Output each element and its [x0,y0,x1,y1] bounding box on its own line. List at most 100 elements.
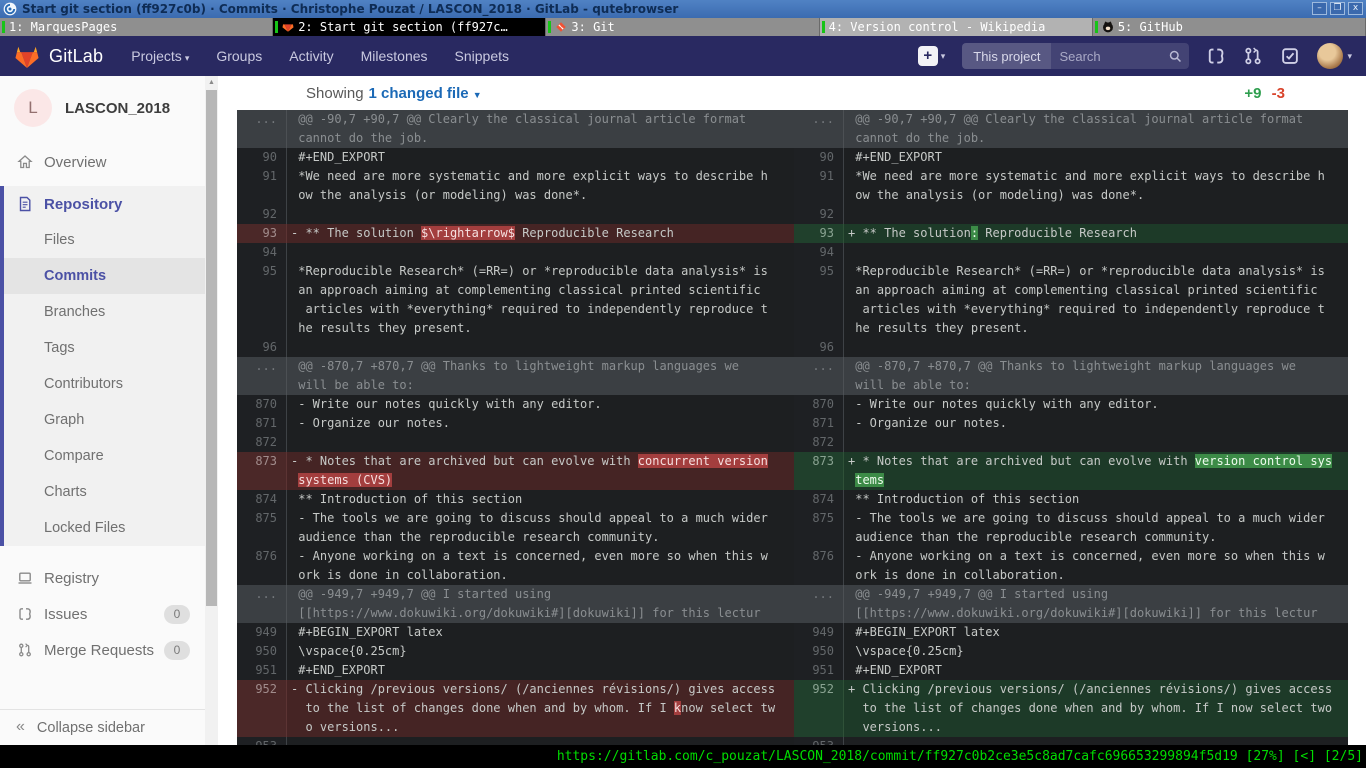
scrollbar-up-arrow[interactable]: ▲ [205,76,218,89]
nav-item-projects[interactable]: Projects▾ [131,48,189,64]
sidebar-item-tags[interactable]: Tags [4,330,205,366]
line-number[interactable]: 872 [794,433,844,452]
hunk-ellipsis[interactable]: ... [794,357,844,395]
sidebar-item-registry[interactable]: Registry [0,560,205,596]
sidebar-item-merge-requests[interactable]: Merge Requests0 [0,632,205,668]
hunk-ellipsis[interactable]: ... [237,357,287,395]
changed-files-dropdown[interactable]: 1 changed file ▼ [369,85,482,102]
line-number[interactable]: 875 [794,509,844,547]
line-number[interactable]: 951 [794,661,844,680]
browser-tab-1[interactable]: 1: MarquesPages [0,18,273,36]
diff-row: 949 #+BEGIN_EXPORT latex [237,623,794,642]
line-number[interactable]: 94 [237,243,287,262]
tab-indicator-icon [275,21,278,33]
sidebar-item-branches[interactable]: Branches [4,294,205,330]
sidebar-item-files[interactable]: Files [4,222,205,258]
line-number[interactable]: 871 [237,414,287,433]
browser-tab-4[interactable]: 4: Version control - Wikipedia [820,18,1093,36]
line-number[interactable]: 949 [237,623,287,642]
line-number[interactable]: 950 [794,642,844,661]
line-number[interactable]: 876 [237,547,287,585]
diff-row: 873+ * Notes that are archived but can e… [794,452,1348,490]
minimize-button[interactable]: – [1312,2,1327,15]
line-number[interactable]: 872 [237,433,287,452]
code-cell: \vspace{0.25cm} [287,642,794,661]
diff-row: ... @@ -90,7 +90,7 @@ Clearly the classi… [794,110,1348,148]
line-number[interactable]: 953 [237,737,287,745]
line-number[interactable]: 953 [794,737,844,745]
line-number[interactable]: 96 [794,338,844,357]
sidebar-item-charts[interactable]: Charts [4,474,205,510]
line-number[interactable]: 91 [794,167,844,205]
hunk-ellipsis[interactable]: ... [237,110,287,148]
nav-item-groups[interactable]: Groups [216,48,262,64]
code-cell: - Organize our notes. [287,414,794,433]
sidebar-item-contributors[interactable]: Contributors [4,366,205,402]
line-number[interactable]: 873 [237,452,287,490]
line-number[interactable]: 874 [794,490,844,509]
code-cell: @@ -90,7 +90,7 @@ Clearly the classical … [844,110,1348,148]
user-menu[interactable]: ▾ [1317,43,1352,69]
sidebar-item-overview[interactable]: Overview [0,146,205,178]
line-number[interactable]: 92 [237,205,287,224]
sidebar-item-locked-files[interactable]: Locked Files [4,510,205,546]
line-number[interactable]: 949 [794,623,844,642]
browser-tab-3[interactable]: 3: Git [546,18,819,36]
nav-item-snippets[interactable]: Snippets [455,48,509,64]
hunk-ellipsis[interactable]: ... [794,110,844,148]
line-number[interactable]: 874 [237,490,287,509]
nav-item-milestones[interactable]: Milestones [361,48,428,64]
line-number[interactable]: 95 [237,262,287,338]
document-icon [17,196,33,212]
line-number[interactable]: 94 [794,243,844,262]
line-number[interactable]: 876 [794,547,844,585]
line-number[interactable]: 951 [237,661,287,680]
line-number[interactable]: 90 [237,148,287,167]
line-number[interactable]: 96 [237,338,287,357]
line-number[interactable]: 91 [237,167,287,205]
browser-tab-5[interactable]: 5: GitHub [1093,18,1366,36]
line-number[interactable]: 873 [794,452,844,490]
line-number[interactable]: 870 [794,395,844,414]
hunk-ellipsis[interactable]: ... [794,585,844,623]
new-dropdown-button[interactable]: + ▾ [918,46,946,66]
line-number[interactable]: 90 [794,148,844,167]
line-number[interactable]: 871 [794,414,844,433]
nav-item-activity[interactable]: Activity [289,48,333,64]
restore-button[interactable]: ❐ [1330,2,1345,15]
tab-indicator-icon [548,21,551,33]
code-cell: #+BEGIN_EXPORT latex [287,623,794,642]
diff-row: 871 - Organize our notes. [794,414,1348,433]
sidebar-item-compare[interactable]: Compare [4,438,205,474]
gitlab-brand[interactable]: GitLab [14,44,103,69]
line-number[interactable]: 93 [794,224,844,243]
sidebar-scrollbar[interactable]: ▲ [205,76,218,745]
line-number[interactable]: 952 [237,680,287,737]
close-button[interactable]: x [1348,2,1363,15]
word-diff-highlight: k [674,701,681,715]
line-number[interactable]: 952 [794,680,844,737]
line-number[interactable]: 950 [237,642,287,661]
tab-label: 1: MarquesPages [9,20,117,34]
hunk-ellipsis[interactable]: ... [237,585,287,623]
project-sidebar: L LASCON_2018 Overview Repository FilesC… [0,76,205,745]
sidebar-item-issues[interactable]: Issues0 [0,596,205,632]
merge-request-icon[interactable] [1243,46,1263,66]
todos-icon[interactable] [1280,46,1300,66]
line-number[interactable]: 95 [794,262,844,338]
diff-row: 950 \vspace{0.25cm} [794,642,1348,661]
line-number[interactable]: 870 [237,395,287,414]
line-number[interactable]: 875 [237,509,287,547]
project-header[interactable]: L LASCON_2018 [0,76,205,128]
browser-tab-2[interactable]: 2: Start git section (ff927c… [273,18,546,36]
collapse-sidebar-button[interactable]: « Collapse sidebar [0,709,205,745]
scrollbar-thumb[interactable] [206,90,217,606]
issues-icon[interactable] [1206,46,1226,66]
diff-row: 94 [237,243,794,262]
sidebar-item-repository[interactable]: Repository [4,186,205,222]
search-input[interactable] [1051,49,1161,64]
sidebar-item-commits[interactable]: Commits [4,258,205,294]
sidebar-item-graph[interactable]: Graph [4,402,205,438]
line-number[interactable]: 92 [794,205,844,224]
line-number[interactable]: 93 [237,224,287,243]
